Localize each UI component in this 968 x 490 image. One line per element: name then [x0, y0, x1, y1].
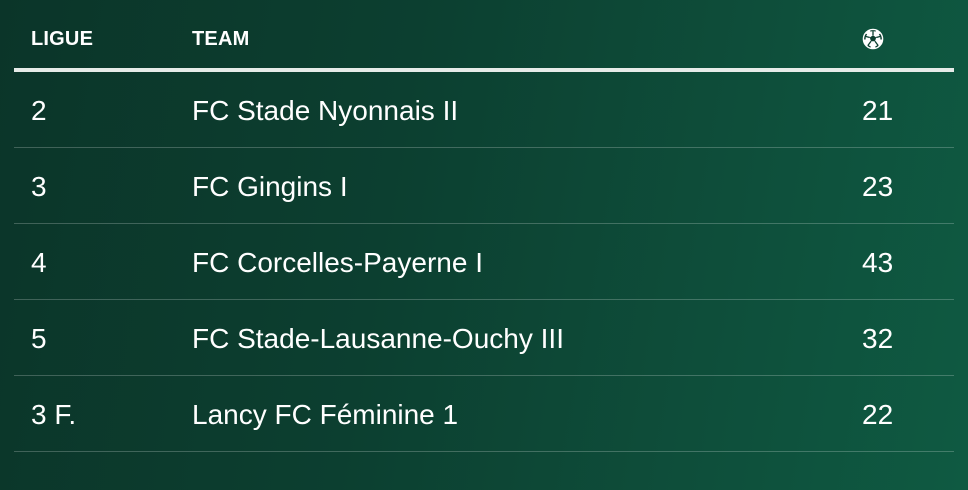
count-cell: 23 [862, 171, 894, 202]
league-cell: 5 [31, 323, 47, 354]
league-cell: 4 [31, 247, 47, 278]
count-cell: 32 [862, 323, 894, 354]
league-cell: 3 [31, 171, 47, 202]
count-cell: 22 [862, 399, 894, 430]
team-cell: FC Stade Nyonnais II [192, 95, 459, 126]
team-cell: FC Stade-Lausanne-Ouchy III [192, 323, 564, 354]
table-header: LIGUE TEAM [14, 0, 954, 72]
soccer-ball-icon [862, 28, 884, 50]
table-row: 3 F. Lancy FC Féminine 1 22 [14, 376, 954, 452]
header-league: LIGUE [31, 28, 94, 50]
team-cell: FC Corcelles-Payerne I [192, 247, 483, 278]
team-cell: FC Gingins I [192, 171, 348, 202]
table-row: 4 FC Corcelles-Payerne I 43 [14, 224, 954, 300]
header-team: TEAM [192, 28, 250, 50]
league-table: LIGUE TEAM 2 FC Stade Nyonnais II 21 3 F… [14, 0, 954, 452]
team-cell: Lancy FC Féminine 1 [192, 399, 459, 430]
league-cell: 2 [31, 95, 47, 126]
table-row: 3 FC Gingins I 23 [14, 148, 954, 224]
count-cell: 21 [862, 95, 894, 126]
league-cell: 3 F. [31, 399, 77, 430]
table-row: 5 FC Stade-Lausanne-Ouchy III 32 [14, 300, 954, 376]
table-row: 2 FC Stade Nyonnais II 21 [14, 72, 954, 148]
count-cell: 43 [862, 247, 894, 278]
